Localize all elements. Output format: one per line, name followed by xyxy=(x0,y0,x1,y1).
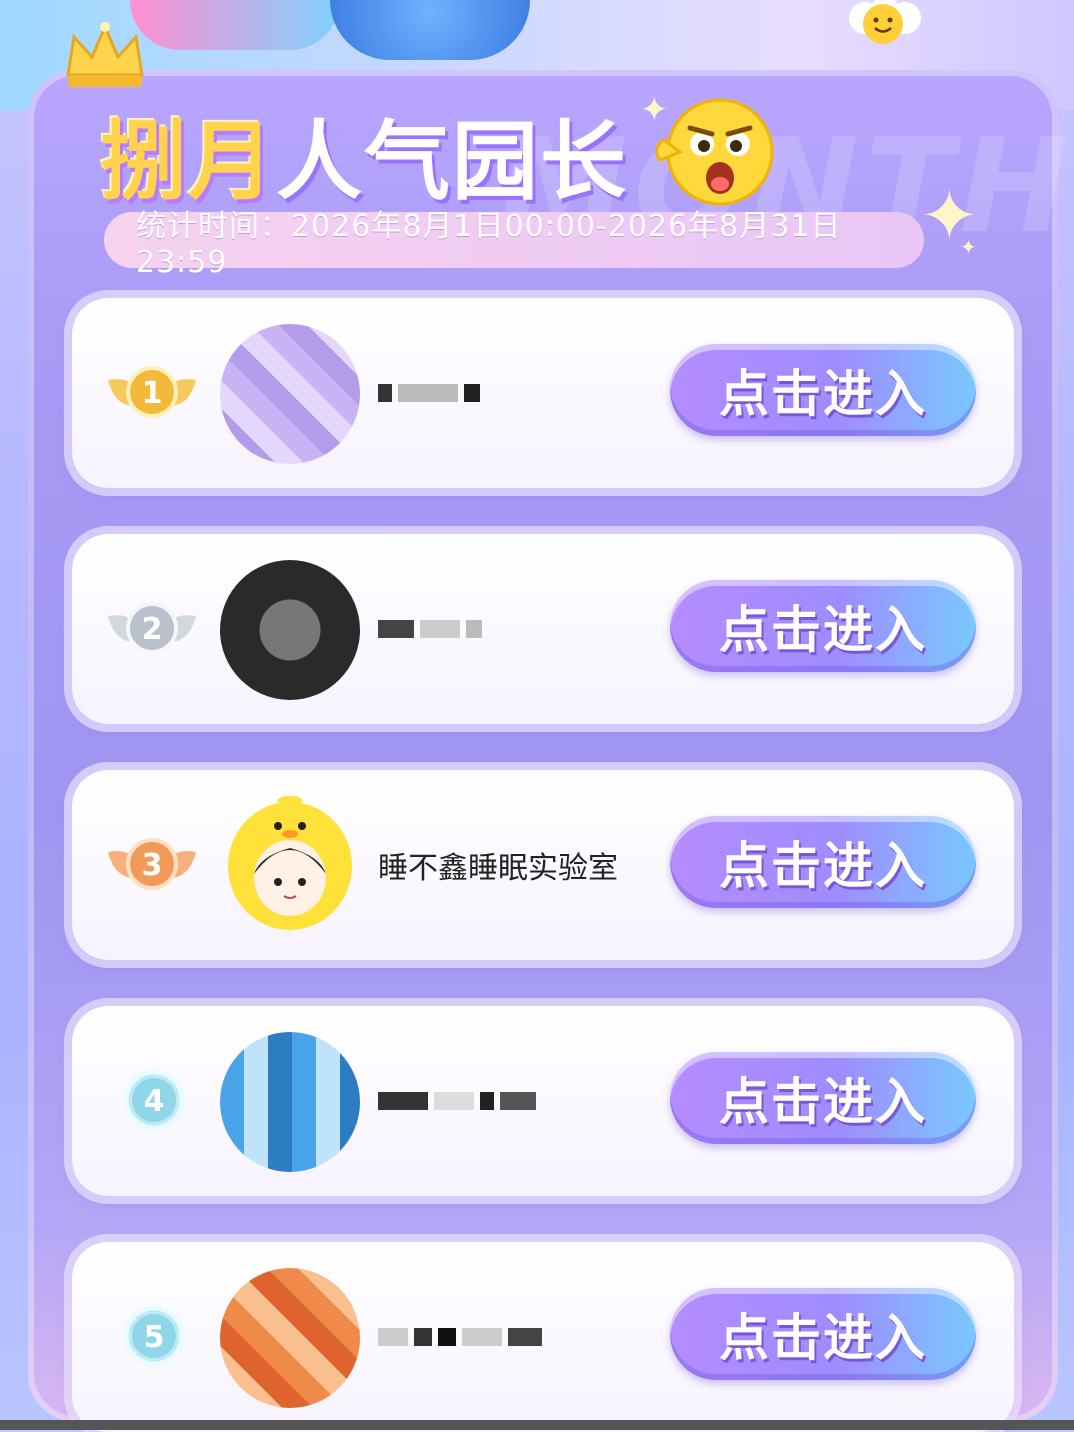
ranking-card: 5 点击进入 xyxy=(72,1242,1014,1432)
ranking-card: 3 睡不鑫睡眠实验室 点击进入 xyxy=(72,770,1014,960)
enter-button[interactable]: 点击进入 xyxy=(670,1052,976,1144)
svg-text:3: 3 xyxy=(142,848,163,883)
bottom-edge xyxy=(0,1420,1074,1430)
ranking-card: 1 点击进入 xyxy=(72,298,1014,488)
enter-button[interactable]: 点击进入 xyxy=(670,344,976,436)
enter-button[interactable]: 点击进入 xyxy=(670,816,976,908)
sparkle-icon: ✦ xyxy=(640,90,669,130)
decor-blob xyxy=(330,0,530,60)
title-month: 捌月 xyxy=(100,111,276,212)
svg-text:1: 1 xyxy=(142,376,163,411)
svg-text:4: 4 xyxy=(144,1084,165,1119)
crown-icon xyxy=(66,22,144,87)
avatar[interactable] xyxy=(220,560,360,700)
page-title: 捌月 人气园长 xyxy=(100,98,628,212)
avatar[interactable] xyxy=(220,1032,360,1172)
svg-text:5: 5 xyxy=(144,1320,165,1355)
rank-4-circle-icon: 4 xyxy=(123,1069,185,1131)
avatar[interactable] xyxy=(220,324,360,464)
rank-3-medal-icon: 3 xyxy=(108,838,196,890)
user-name-blurred xyxy=(378,1312,548,1362)
user-name-blurred xyxy=(378,604,488,654)
decor-blob xyxy=(130,0,340,50)
user-name-blurred xyxy=(378,1076,542,1126)
ranking-card: 4 点击进入 xyxy=(72,1006,1014,1196)
enter-button[interactable]: 点击进入 xyxy=(670,580,976,672)
stats-period: 统计时间：2026年8月1日00:00-2026年8月31日23:59 xyxy=(104,209,924,280)
rank-2-medal-icon: 2 xyxy=(108,602,196,654)
sparkle-icon: ✦ xyxy=(960,235,977,259)
rank-1-medal-icon: 1 xyxy=(108,366,196,418)
rank-5-circle-icon: 5 xyxy=(123,1305,185,1367)
title-main: 人气园长 xyxy=(276,111,628,212)
user-name-blurred xyxy=(378,368,486,418)
user-name: 睡不鑫睡眠实验室 xyxy=(378,851,618,886)
ranking-card: 2 点击进入 xyxy=(72,534,1014,724)
svg-text:2: 2 xyxy=(142,612,163,647)
avatar[interactable] xyxy=(220,1268,360,1408)
avatar-duck-costume[interactable] xyxy=(220,796,360,936)
smiley-flower-icon xyxy=(849,0,921,44)
enter-button[interactable]: 点击进入 xyxy=(670,1288,976,1380)
